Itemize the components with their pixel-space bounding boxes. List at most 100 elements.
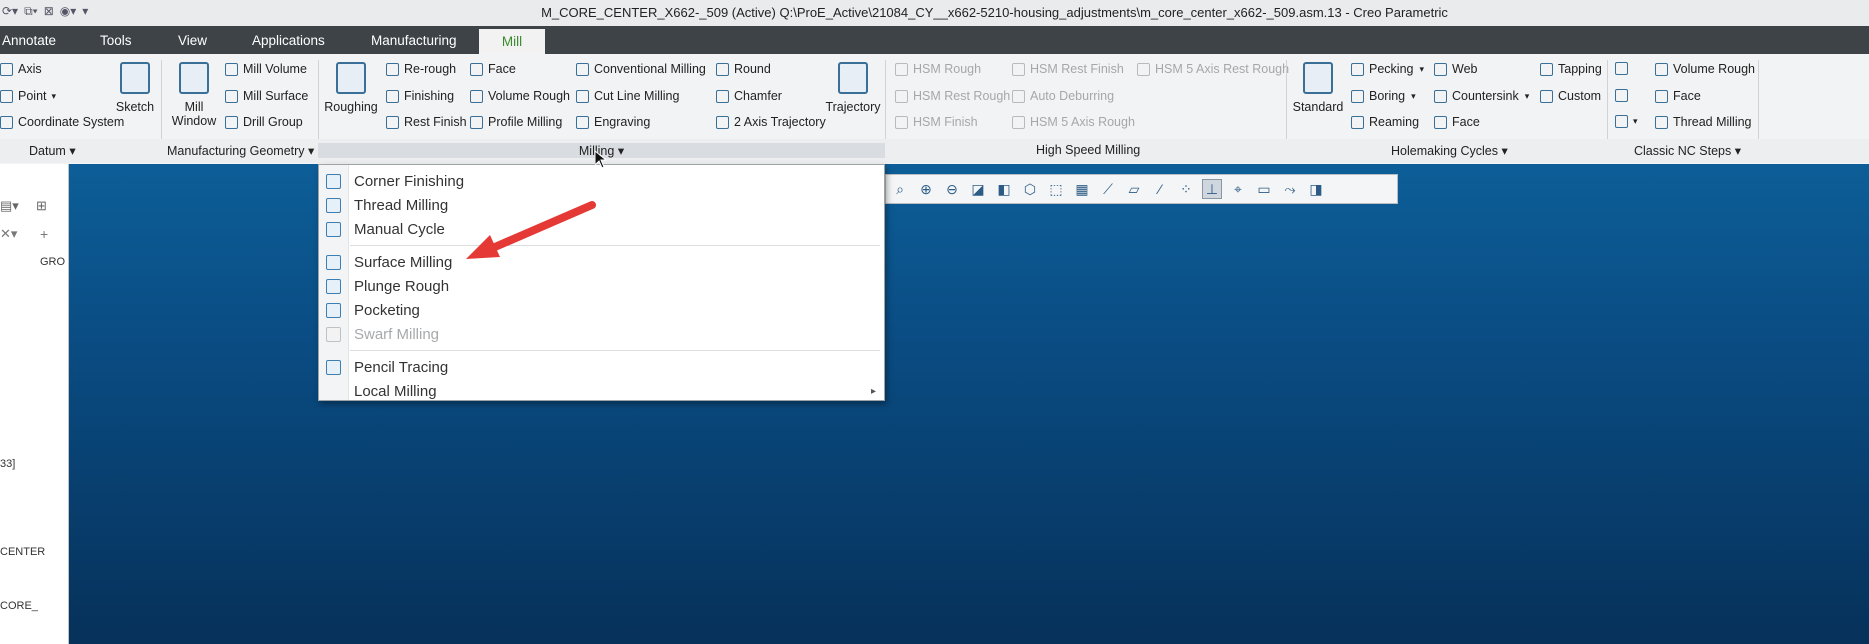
holemaking-cycles-group-label[interactable]: Holemaking Cycles ▾ bbox=[1391, 143, 1508, 158]
hsm-rough-button[interactable]: HSM Rough bbox=[895, 62, 981, 76]
trajectory-button[interactable]: Trajectory bbox=[824, 62, 882, 114]
classic-unlabeled-3-button[interactable]: ▾ bbox=[1615, 115, 1638, 128]
sketch-button[interactable]: Sketch bbox=[115, 62, 155, 114]
view-manager-icon[interactable]: ⬚ bbox=[1046, 179, 1066, 199]
tree-filter-icon[interactable]: ⊞ bbox=[36, 198, 47, 214]
mill-surface-icon bbox=[225, 89, 238, 103]
point-button[interactable]: Point ▾ bbox=[0, 89, 56, 103]
tree-item-fragment[interactable]: CORE_ bbox=[0, 600, 38, 612]
boring-icon bbox=[1351, 89, 1364, 103]
classic-unlabeled-1-button[interactable] bbox=[1615, 62, 1633, 75]
toolpath-display-icon[interactable]: ⤳ bbox=[1280, 179, 1300, 199]
annotation-display-icon[interactable]: ▭ bbox=[1254, 179, 1274, 199]
menu-item-thread-milling[interactable]: Thread Milling bbox=[319, 193, 884, 217]
roughing-icon bbox=[336, 62, 366, 94]
auto-deburring-button[interactable]: Auto Deburring bbox=[1012, 89, 1114, 103]
close-icon[interactable]: ✕▾ bbox=[0, 226, 17, 242]
hole-face-button[interactable]: Face bbox=[1434, 115, 1480, 129]
pecking-button[interactable]: Pecking ▾ bbox=[1351, 62, 1424, 76]
tree-item-fragment[interactable]: 33] bbox=[0, 458, 15, 470]
repaint-icon[interactable]: ◪ bbox=[968, 179, 988, 199]
finishing-button[interactable]: Finishing bbox=[386, 89, 454, 103]
classic-unlabeled-2-button[interactable] bbox=[1615, 89, 1633, 102]
tab-manufacturing[interactable]: Manufacturing bbox=[371, 26, 457, 54]
volume-rough-button[interactable]: Volume Rough bbox=[470, 89, 570, 103]
perspective-icon[interactable]: ▦ bbox=[1072, 179, 1092, 199]
menu-item-surface-milling[interactable]: Surface Milling bbox=[319, 250, 884, 274]
mill-surface-button[interactable]: Mill Surface bbox=[225, 89, 308, 103]
axis-button[interactable]: Axis bbox=[0, 62, 42, 76]
tree-item-fragment[interactable]: CENTER bbox=[0, 546, 45, 558]
menu-item-corner-finishing[interactable]: Corner Finishing bbox=[319, 169, 884, 193]
classic-nc-steps-group-label[interactable]: Classic NC Steps ▾ bbox=[1634, 143, 1741, 158]
hsm-finish-button[interactable]: HSM Finish bbox=[895, 115, 978, 129]
spin-center-icon[interactable]: ⌖ bbox=[1228, 179, 1248, 199]
cut-line-milling-button[interactable]: Cut Line Milling bbox=[576, 89, 679, 103]
standard-button[interactable]: Standard bbox=[1290, 62, 1346, 114]
tab-view[interactable]: View bbox=[178, 26, 207, 54]
hsm-rest-finish-button[interactable]: HSM Rest Finish bbox=[1012, 62, 1124, 76]
boring-button[interactable]: Boring ▾ bbox=[1351, 89, 1416, 103]
roughing-button[interactable]: Roughing bbox=[322, 62, 380, 114]
web-button[interactable]: Web bbox=[1434, 62, 1477, 76]
tapping-button[interactable]: Tapping bbox=[1540, 62, 1602, 76]
menu-separator bbox=[350, 245, 880, 246]
menu-item-plunge-rough[interactable]: Plunge Rough bbox=[319, 274, 884, 298]
zoom-in-icon[interactable]: ⊕ bbox=[916, 179, 936, 199]
datum-group-label[interactable]: Datum ▾ bbox=[29, 143, 76, 158]
zoom-out-icon[interactable]: ⊖ bbox=[942, 179, 962, 199]
tab-tools[interactable]: Tools bbox=[100, 26, 132, 54]
tree-toolbar-icon[interactable]: ▤▾ bbox=[0, 198, 19, 214]
hsm-5-axis-rest-rough-button[interactable]: HSM 5 Axis Rest Rough bbox=[1137, 62, 1289, 76]
point-display-icon[interactable]: ⁘ bbox=[1176, 179, 1196, 199]
reaming-button[interactable]: Reaming bbox=[1351, 115, 1419, 129]
display-style-icon[interactable]: ◧ bbox=[994, 179, 1014, 199]
profile-milling-button[interactable]: Profile Milling bbox=[470, 115, 562, 129]
axis-display-icon[interactable]: ⁄ bbox=[1150, 179, 1170, 199]
title-bar: ⟳▾ ⧉▾ ⊠ ◉▾ ▾ M_CORE_CENTER_X662-_509 (Ac… bbox=[0, 0, 1869, 26]
hsm-5-axis-rough-button[interactable]: HSM 5 Axis Rough bbox=[1012, 115, 1135, 129]
refit-icon[interactable]: ⌕ bbox=[890, 179, 910, 199]
drill-group-button[interactable]: Drill Group bbox=[225, 115, 303, 129]
menu-item-manual-cycle[interactable]: Manual Cycle bbox=[319, 217, 884, 241]
2-axis-trajectory-button[interactable]: 2 Axis Trajectory bbox=[716, 115, 826, 129]
engraving-button[interactable]: Engraving bbox=[576, 115, 650, 129]
plane-display-icon[interactable]: ▱ bbox=[1124, 179, 1144, 199]
tab-applications[interactable]: Applications bbox=[252, 26, 325, 54]
datum-display-icon[interactable]: ⟋ bbox=[1098, 179, 1118, 199]
chamfer-icon bbox=[716, 89, 729, 103]
custom-button[interactable]: Custom bbox=[1540, 89, 1601, 103]
rest-finish-button[interactable]: Rest Finish bbox=[386, 115, 467, 129]
tab-annotate[interactable]: Annotate bbox=[2, 26, 56, 54]
swarf-milling-icon bbox=[326, 326, 341, 342]
surface-milling-icon bbox=[326, 254, 341, 270]
conventional-milling-button[interactable]: Conventional Milling bbox=[576, 62, 706, 76]
csys-display-icon[interactable]: ⊥ bbox=[1202, 179, 1222, 199]
menu-item-local-milling[interactable]: Local Milling ▸ bbox=[319, 379, 884, 403]
hsm-5-axis-rest-rough-icon bbox=[1137, 62, 1150, 76]
classic-thread-milling-button[interactable]: Thread Milling bbox=[1655, 115, 1752, 129]
classic-face-button[interactable]: Face bbox=[1655, 89, 1701, 103]
menu-item-pocketing[interactable]: Pocketing bbox=[319, 298, 884, 322]
mfg-display-icon[interactable]: ◨ bbox=[1306, 179, 1326, 199]
tab-mill[interactable]: Mill bbox=[479, 29, 545, 54]
countersink-button[interactable]: Countersink ▾ bbox=[1434, 89, 1529, 103]
chamfer-button[interactable]: Chamfer bbox=[716, 89, 782, 103]
rest-finish-icon bbox=[386, 115, 399, 129]
round-button[interactable]: Round bbox=[716, 62, 771, 76]
classic-volume-rough-button[interactable]: Volume Rough bbox=[1655, 62, 1755, 76]
chevron-down-icon: ▾ bbox=[1524, 90, 1530, 101]
menu-item-swarf-milling[interactable]: Swarf Milling bbox=[319, 322, 884, 346]
face-button[interactable]: Face bbox=[470, 62, 516, 76]
re-rough-button[interactable]: Re-rough bbox=[386, 62, 456, 76]
coordinate-system-button[interactable]: Coordinate System bbox=[0, 115, 124, 129]
add-column-icon[interactable]: + bbox=[40, 226, 48, 242]
custom-icon bbox=[1540, 89, 1553, 103]
chevron-down-icon: ▾ bbox=[51, 90, 57, 101]
saved-orientations-icon[interactable]: ⬡ bbox=[1020, 179, 1040, 199]
mill-volume-button[interactable]: Mill Volume bbox=[225, 62, 307, 76]
hsm-rest-rough-button[interactable]: HSM Rest Rough bbox=[895, 89, 1010, 103]
menu-item-pencil-tracing[interactable]: Pencil Tracing bbox=[319, 355, 884, 379]
mill-window-button[interactable]: Mill Window bbox=[168, 62, 220, 128]
manufacturing-geometry-group-label[interactable]: Manufacturing Geometry ▾ bbox=[167, 143, 314, 158]
